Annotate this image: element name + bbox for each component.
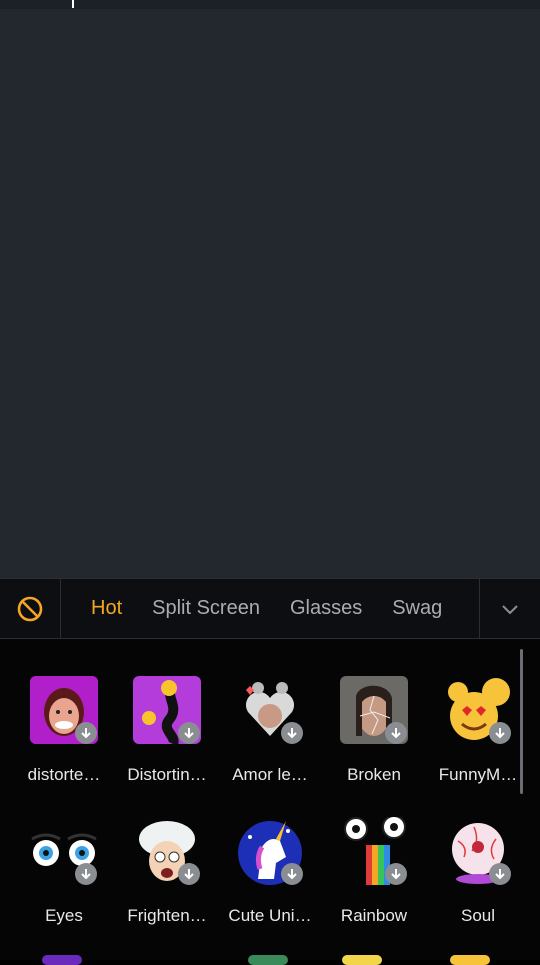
- download-icon[interactable]: [178, 863, 200, 885]
- filter-label: Soul: [460, 906, 496, 925]
- filter-item-distorted[interactable]: distorte…: [12, 639, 116, 784]
- no-filter-button[interactable]: [0, 579, 61, 638]
- expand-categories-button[interactable]: [479, 579, 540, 638]
- tab-glasses[interactable]: Glasses: [275, 597, 377, 620]
- filter-label: Cute Uni…: [228, 906, 312, 925]
- download-icon[interactable]: [489, 722, 511, 744]
- filter-item-rainbow[interactable]: Rainbow: [322, 780, 426, 925]
- filter-item-distorting[interactable]: Distortin…: [115, 639, 219, 784]
- next-row-thumbnail: [248, 955, 288, 965]
- filter-item-soul[interactable]: Soul: [426, 780, 530, 925]
- filter-item-eyes[interactable]: Eyes: [12, 780, 116, 925]
- download-icon[interactable]: [75, 722, 97, 744]
- download-icon[interactable]: [178, 722, 200, 744]
- camera-preview[interactable]: [0, 9, 540, 578]
- text-cursor: [72, 0, 74, 8]
- filter-item-amor[interactable]: Amor le…: [218, 639, 322, 784]
- download-icon[interactable]: [489, 863, 511, 885]
- filter-item-frighten[interactable]: Frighten…: [115, 780, 219, 925]
- tab-strip: Hot Split Screen Glasses Swag: [61, 579, 479, 638]
- tab-split-screen[interactable]: Split Screen: [137, 597, 275, 620]
- filter-item-unicorn[interactable]: Cute Uni…: [218, 780, 322, 925]
- filter-tab-bar: Hot Split Screen Glasses Swag: [0, 578, 540, 639]
- tab-swag[interactable]: Swag: [377, 597, 457, 620]
- download-icon[interactable]: [385, 863, 407, 885]
- tab-hot[interactable]: Hot: [61, 597, 137, 620]
- next-row-thumbnail: [450, 955, 490, 965]
- chevron-down-icon: [502, 604, 518, 614]
- download-icon[interactable]: [385, 722, 407, 744]
- filter-item-funny[interactable]: FunnyM…: [426, 639, 530, 784]
- filter-label: Eyes: [45, 906, 83, 925]
- no-filter-icon: [17, 596, 43, 621]
- download-icon[interactable]: [281, 722, 303, 744]
- download-icon[interactable]: [75, 863, 97, 885]
- filter-grid[interactable]: distorte… Distortin… Amor le… Broken Fun…: [0, 639, 540, 960]
- next-row-thumbnail: [42, 955, 82, 965]
- next-row-thumbnail: [342, 955, 382, 965]
- filter-item-broken[interactable]: Broken: [322, 639, 426, 784]
- filter-label: Rainbow: [340, 906, 408, 925]
- download-icon[interactable]: [281, 863, 303, 885]
- top-bar: [0, 0, 540, 9]
- filter-label: Frighten…: [127, 906, 207, 925]
